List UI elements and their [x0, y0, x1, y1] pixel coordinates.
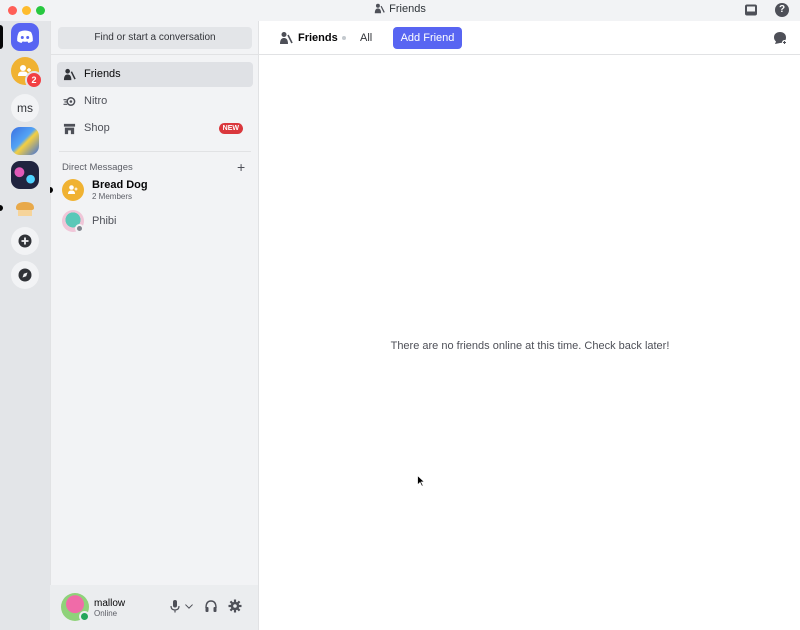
friends-header: Friends All Add Friend	[259, 21, 800, 55]
nav-nitro[interactable]: Nitro	[57, 89, 253, 114]
online-status-indicator	[79, 611, 90, 622]
tab-all[interactable]: All	[360, 32, 372, 44]
mouse-cursor-icon	[417, 475, 425, 487]
friends-icon	[280, 32, 293, 44]
title-bar: Friends ?	[0, 0, 800, 21]
nav-friends-label: Friends	[84, 68, 121, 80]
chevron-down-icon[interactable]	[184, 599, 194, 613]
inbox-icon[interactable]	[744, 3, 758, 17]
create-dm-button[interactable]: +	[237, 159, 245, 175]
dm-name: Phibi	[92, 215, 117, 227]
home-button[interactable]	[11, 23, 39, 51]
search-button[interactable]: Find or start a conversation	[58, 27, 252, 49]
username: mallow	[94, 598, 126, 609]
new-badge: NEW	[218, 123, 243, 134]
friends-icon	[63, 68, 76, 81]
friends-icon	[374, 3, 385, 14]
unread-indicator	[50, 187, 53, 193]
nav-nitro-label: Nitro	[84, 95, 108, 107]
direct-messages-header: Direct Messages	[62, 162, 133, 173]
window-title-text: Friends	[389, 3, 426, 15]
microphone-icon[interactable]	[168, 599, 182, 613]
explore-button[interactable]	[11, 261, 39, 289]
bread-server[interactable]	[11, 195, 39, 223]
page-title: Friends	[298, 32, 338, 44]
status-indicator	[75, 224, 84, 233]
dm-notification-avatar[interactable]: 2	[11, 57, 43, 89]
bread-icon	[16, 202, 34, 216]
divider	[51, 54, 259, 55]
nav-shop[interactable]: Shop NEW	[57, 116, 253, 141]
separator-dot	[342, 36, 346, 40]
server-ms[interactable]: ms	[11, 94, 39, 122]
plus-icon	[18, 234, 32, 248]
notification-badge: 2	[25, 71, 43, 89]
headphones-icon[interactable]	[204, 599, 218, 613]
dm-name: Bread Dog	[92, 179, 148, 191]
unread-server-indicator	[0, 205, 3, 211]
nav-shop-label: Shop	[84, 122, 110, 134]
dm-item-bread-dog[interactable]: Bread Dog 2 Members	[57, 175, 253, 205]
shop-icon	[63, 123, 76, 135]
compass-icon	[18, 268, 32, 282]
server-image-2[interactable]	[11, 161, 39, 189]
user-status: Online	[94, 609, 118, 618]
dm-subtitle: 2 Members	[92, 192, 133, 201]
server-image-1[interactable]	[11, 127, 39, 155]
window-title: Friends	[0, 3, 800, 15]
avatar	[62, 179, 84, 201]
help-icon[interactable]: ?	[775, 3, 789, 17]
discord-logo-icon	[17, 30, 33, 43]
dm-item-phibi[interactable]: Phibi	[57, 206, 253, 236]
nav-friends[interactable]: Friends	[57, 62, 253, 87]
nitro-icon	[63, 97, 76, 106]
add-friend-button[interactable]: Add Friend	[393, 27, 462, 49]
server-rail: 2 ms	[0, 21, 50, 630]
divider	[59, 151, 251, 152]
group-dm-icon	[68, 185, 78, 194]
new-group-dm-icon[interactable]	[773, 31, 787, 45]
gear-icon[interactable]	[228, 599, 242, 613]
add-server-button[interactable]	[11, 227, 39, 255]
main-content: Friends All Add Friend There are no frie…	[258, 21, 800, 630]
dm-sidebar: Find or start a conversation Friends Nit…	[50, 21, 259, 630]
discord-window: Friends ? 2 ms Find or start a conversat…	[0, 0, 800, 630]
user-panel: mallow Online	[50, 585, 258, 630]
empty-state-message: There are no friends online at this time…	[390, 340, 670, 352]
selected-server-indicator	[0, 25, 3, 49]
